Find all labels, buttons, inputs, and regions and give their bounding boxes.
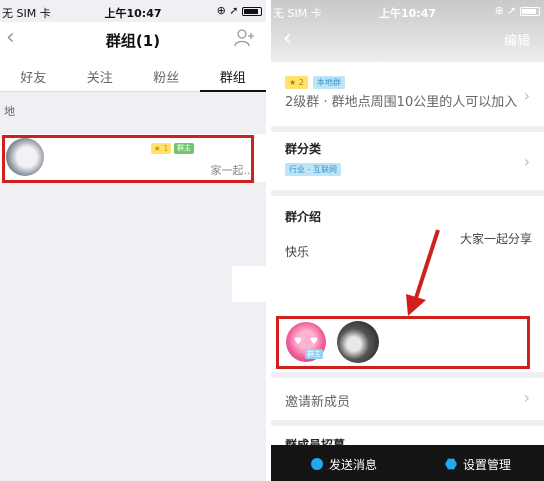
section-label: 地 xyxy=(4,105,15,118)
tab-following[interactable]: 关注 xyxy=(67,56,134,91)
obscured-area xyxy=(232,266,307,302)
local-group-tag: 本地群 xyxy=(312,76,345,89)
highlight-box xyxy=(2,135,254,183)
invite-member-row[interactable]: 邀请新成员 › xyxy=(271,378,544,420)
gear-icon xyxy=(445,458,457,470)
group-level-row[interactable]: ★ 2 本地群 2级群 · 群地点周围10公里的人可以加入 › xyxy=(271,62,544,126)
tab-groups[interactable]: 群组 xyxy=(199,56,267,92)
tab-bar: 好友 关注 粉丝 群组 xyxy=(0,56,266,92)
add-friend-icon[interactable] xyxy=(234,28,256,48)
category-tag: 行业 - 互联网 xyxy=(285,163,341,176)
category-title: 群分类 xyxy=(285,142,322,156)
chat-bubble-icon xyxy=(311,458,323,470)
back-icon[interactable]: ‹ xyxy=(283,26,292,51)
settings-manage-label: 设置管理 xyxy=(463,458,512,472)
highlight-box xyxy=(276,316,530,369)
edit-button[interactable]: 编辑 xyxy=(504,30,530,49)
status-bar: 无 SIM 卡 上午10:47 ⊕ ➚ xyxy=(0,0,266,22)
annotation-arrow xyxy=(406,229,440,316)
send-message-label: 发送消息 xyxy=(329,458,378,472)
tab-friends[interactable]: 好友 xyxy=(0,56,67,91)
group-category-row[interactable]: 群分类 行业 - 互联网 › xyxy=(271,132,544,190)
tab-fans[interactable]: 粉丝 xyxy=(133,56,200,91)
settings-manage-button[interactable]: 设置管理 xyxy=(445,456,511,473)
group-list-screen: 无 SIM 卡 上午10:47 ⊕ ➚ ‹ 群组(1) 好友 关注 粉丝 群组 … xyxy=(0,0,266,481)
bottom-action-bar: 发送消息 设置管理 xyxy=(271,445,544,481)
group-level-desc: 2级群 · 群地点周围10公里的人可以加入 xyxy=(285,95,518,110)
group-cover-banner: 无 SIM 卡 上午10:47 ⊕ ➚ ‹ 编辑 xyxy=(271,0,544,62)
battery-icon: ⊕ ➚ xyxy=(217,4,262,17)
battery-icon: ⊕ ➚ xyxy=(495,4,540,17)
chevron-right-icon: › xyxy=(523,388,530,407)
chevron-right-icon: › xyxy=(523,152,530,171)
chevron-right-icon: › xyxy=(523,86,530,105)
send-message-button[interactable]: 发送消息 xyxy=(311,456,377,473)
nav-bar: ‹ 群组(1) xyxy=(0,22,266,56)
intro-title: 群介绍 xyxy=(285,210,322,224)
intro-text: 大家一起分享 xyxy=(459,232,532,246)
page-title: 群组(1) xyxy=(105,32,161,50)
intro-text-2: 快乐 xyxy=(285,245,310,259)
invite-label: 邀请新成员 xyxy=(285,395,351,410)
status-bar: 无 SIM 卡 上午10:47 ⊕ ➚ xyxy=(271,0,544,22)
level-tag: ★ 2 xyxy=(285,76,308,89)
